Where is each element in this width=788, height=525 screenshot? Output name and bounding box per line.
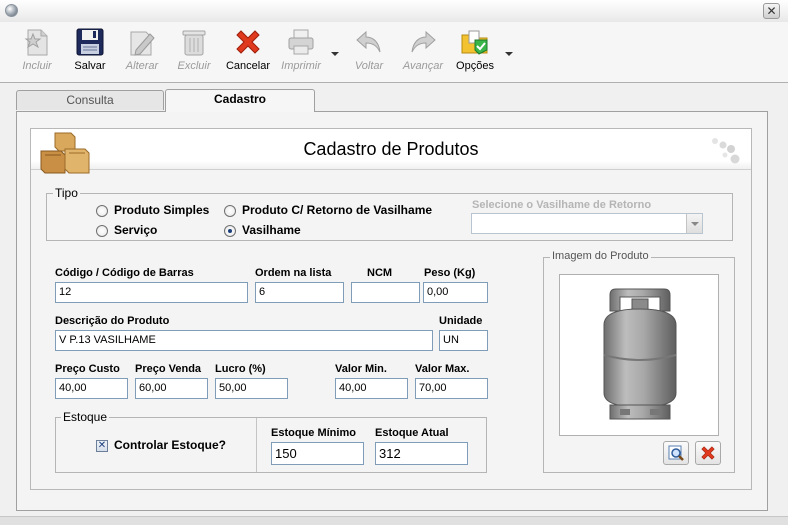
preco-custo-input[interactable]: 40,00: [55, 378, 128, 399]
opcoes-label: Opções: [456, 60, 494, 72]
ncm-input[interactable]: [351, 282, 420, 303]
close-window-button[interactable]: ✕: [763, 3, 780, 19]
vasilhame-retorno-select[interactable]: [471, 213, 703, 234]
valor-min-label: Valor Min.: [335, 363, 387, 375]
descricao-label: Descrição do Produto: [55, 315, 170, 327]
gas-cylinder-image: [603, 288, 677, 420]
radio-produto-retorno-vasilhame-label: Produto C/ Retorno de Vasilhame: [242, 203, 433, 217]
radio-produto-simples-label: Produto Simples: [114, 203, 210, 217]
avancar-button[interactable]: Avançar: [398, 26, 448, 72]
imprimir-button[interactable]: Imprimir: [277, 26, 325, 72]
remove-image-icon: [701, 446, 715, 460]
ordem-label: Ordem na lista: [255, 267, 332, 279]
alterar-label: Alterar: [125, 60, 159, 72]
voltar-label: Voltar: [354, 60, 384, 72]
cancelar-button[interactable]: Cancelar: [224, 26, 272, 72]
salvar-button[interactable]: Salvar: [70, 26, 110, 72]
estoque-legend: Estoque: [61, 410, 110, 424]
image-search-icon: [668, 445, 684, 461]
radio-produto-retorno-vasilhame[interactable]: [224, 205, 236, 217]
remove-image-button[interactable]: [695, 441, 721, 465]
valor-min-input[interactable]: 40,00: [335, 378, 408, 399]
form-header: Cadastro de Produtos: [31, 129, 751, 174]
descricao-input[interactable]: V P.13 VASILHAME: [55, 330, 433, 351]
decorative-dots-icon: [712, 138, 740, 164]
valor-max-label: Valor Max.: [415, 363, 470, 375]
imprimir-dropdown-arrow-icon[interactable]: [331, 52, 339, 56]
lucro-label: Lucro (%): [215, 363, 266, 375]
window-title-bar: [0, 0, 788, 23]
cancelar-label: Cancelar: [225, 60, 271, 72]
radio-produto-simples[interactable]: [96, 205, 108, 217]
alterar-button[interactable]: Alterar: [120, 26, 164, 72]
edit-pencil-icon: [130, 31, 155, 56]
imprimir-label: Imprimir: [281, 60, 321, 72]
tab-cadastro[interactable]: Cadastro: [165, 89, 315, 112]
codigo-input[interactable]: 12: [55, 282, 248, 303]
estoque-atual-input[interactable]: 312: [375, 442, 468, 465]
controlar-estoque-checkbox[interactable]: ✕: [96, 440, 108, 452]
page-title: Cadastro de Produtos: [303, 139, 479, 159]
controlar-estoque-label: Controlar Estoque?: [114, 438, 227, 452]
ordem-input[interactable]: 6: [255, 282, 344, 303]
trash-can-icon: [182, 30, 206, 56]
opcoes-button[interactable]: Opções: [453, 26, 497, 72]
codigo-label: Código / Código de Barras: [55, 267, 194, 279]
arrow-back-icon: [356, 30, 381, 53]
estoque-minimo-label: Estoque Mínimo: [271, 427, 356, 439]
excluir-label: Excluir: [177, 60, 211, 72]
window-menu-icon[interactable]: [5, 4, 18, 17]
tab-consulta[interactable]: Consulta: [16, 90, 164, 110]
arrow-forward-icon: [411, 30, 436, 53]
printer-icon: [288, 29, 314, 55]
estoque-divider: [256, 418, 257, 472]
estoque-atual-label: Estoque Atual: [375, 427, 449, 439]
product-image-frame: [559, 274, 719, 436]
floppy-disk-icon: [76, 28, 104, 56]
avancar-label: Avançar: [402, 60, 444, 72]
unidade-input[interactable]: UN: [439, 330, 488, 351]
lucro-input[interactable]: 50,00: [215, 378, 288, 399]
new-document-icon: [24, 29, 48, 56]
preco-venda-label: Preço Venda: [135, 363, 202, 375]
incluir-button[interactable]: Incluir: [16, 26, 58, 72]
incluir-label: Incluir: [22, 60, 52, 72]
unidade-label: Unidade: [439, 315, 483, 327]
imagem-legend: Imagem do Produto: [550, 250, 651, 262]
ncm-label: NCM: [367, 267, 393, 279]
radio-vasilhame-label: Vasilhame: [242, 223, 301, 237]
valor-max-input[interactable]: 70,00: [415, 378, 488, 399]
radio-vasilhame[interactable]: [224, 225, 236, 237]
excluir-button[interactable]: Excluir: [174, 26, 214, 72]
toolbar: Incluir Salvar Alterar Excluir Cancelar …: [0, 22, 788, 83]
preco-venda-input[interactable]: 60,00: [135, 378, 208, 399]
options-folder-icon: [461, 30, 488, 55]
radio-servico-label: Serviço: [114, 223, 158, 237]
preco-custo-label: Preço Custo: [55, 363, 120, 375]
peso-input[interactable]: 0,00: [423, 282, 488, 303]
peso-label: Peso (Kg): [424, 267, 476, 279]
voltar-button[interactable]: Voltar: [350, 26, 388, 72]
vasilhame-retorno-dropdown-icon[interactable]: [686, 214, 702, 233]
vasilhame-retorno-label: Selecione o Vasilhame de Retorno: [472, 199, 652, 211]
search-image-button[interactable]: [663, 441, 689, 465]
red-x-icon: [236, 30, 260, 54]
radio-servico[interactable]: [96, 225, 108, 237]
estoque-minimo-input[interactable]: 150: [271, 442, 364, 465]
salvar-label: Salvar: [74, 60, 106, 72]
opcoes-dropdown-arrow-icon[interactable]: [505, 52, 513, 56]
tipo-legend: Tipo: [53, 186, 80, 200]
